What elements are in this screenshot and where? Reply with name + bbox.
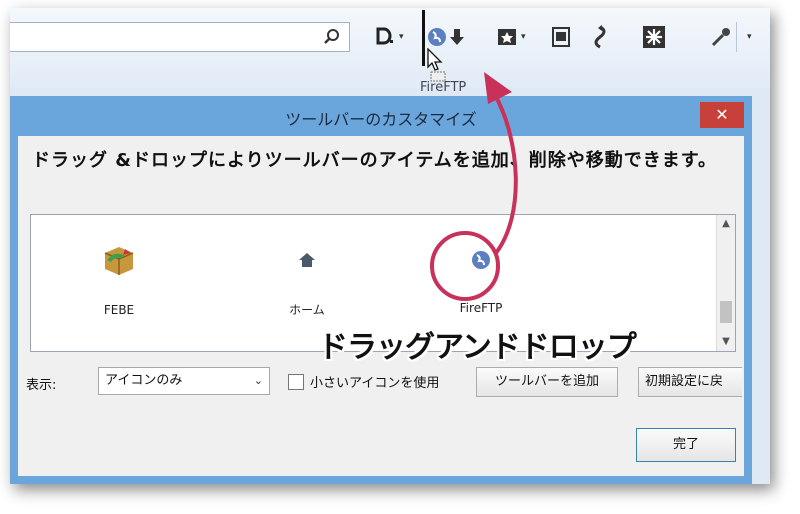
annotation-overlay (430, 72, 518, 301)
drag-arrow (493, 94, 518, 255)
drag-and-drop-caption: ドラッグアンドドロップ (318, 330, 637, 365)
highlight-circle (430, 231, 500, 301)
